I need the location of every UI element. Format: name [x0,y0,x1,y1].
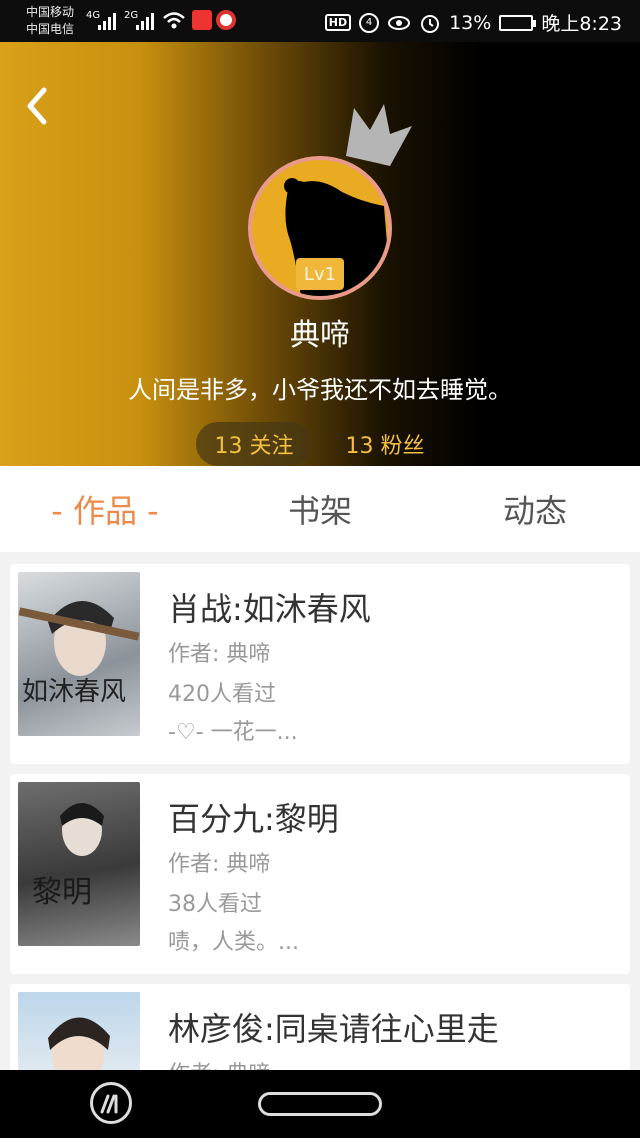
tab-activity[interactable]: 动态 [460,466,610,552]
battery-icon [499,14,537,31]
system-nav-bar [0,1070,640,1138]
profile-header: Lv1 典啼 人间是非多，小爷我还不如去睡觉。 13 关注 13 粉丝 [0,42,640,466]
back-icon[interactable] [20,86,60,126]
list-item[interactable]: 林彦俊:同桌请往心里走 作者: 典啼 [10,984,630,1084]
cover-title: 如沐春风 [22,677,126,707]
tab-works[interactable]: - 作品 - [30,466,180,552]
carrier-labels: 中国移动 中国电信 [26,4,74,38]
eye-icon [388,15,411,30]
book-excerpt: 啧，人类。... [168,930,299,955]
app-notification-icon [192,10,212,30]
logo-icon [100,1094,118,1114]
app-notification-icon-2 [216,10,236,30]
book-title: 百分九:黎明 [168,800,339,838]
book-author: 作者: 典啼 [168,642,271,667]
book-author: 作者: 典啼 [168,852,271,877]
hd-badge: HD [324,14,352,31]
cover-art: 黎明 [32,803,104,910]
signal-icon [98,12,120,30]
book-views: 38人看过 [168,892,262,917]
book-cover: 黎明 [18,782,140,946]
alarm-icon [421,14,440,33]
data-saver-icon: 4 [359,12,380,33]
carrier-2: 中国电信 [26,22,75,36]
level-badge: Lv1 [296,258,344,290]
book-cover: 如沐春风 [18,572,140,736]
assistant-button[interactable] [90,1082,132,1124]
book-title: 林彦俊:同桌请往心里走 [168,1010,499,1048]
status-bar: 中国移动 中国电信 4G 2G HD 4 13% 晚上8:23 [0,0,640,42]
profile-bio: 人间是非多，小爷我还不如去睡觉。 [128,376,512,404]
fans-count[interactable]: 13 粉丝 [330,422,440,466]
home-gesture-bar[interactable] [258,1092,382,1116]
list-item[interactable]: 黎明 百分九:黎明 作者: 典啼 38人看过 啧，人类。... [10,774,630,974]
tab-bookshelf[interactable]: 书架 [245,466,395,552]
status-right: HD 4 13% 晚上8:23 [324,9,622,36]
signal-icon-2 [136,12,158,30]
clock: 晚上8:23 [541,13,622,35]
profile-name: 典啼 [290,318,350,353]
book-views: 420人看过 [168,682,276,707]
carrier-1: 中国移动 [26,5,75,19]
cover-title: 黎明 [32,875,92,910]
battery-percent: 13% [449,11,492,34]
book-title: 肖战:如沐春风 [168,590,371,628]
crown-icon [346,104,412,166]
following-count[interactable]: 13 关注 [196,422,312,466]
wifi-icon [163,12,185,29]
cover-art: 如沐春风 [18,600,140,707]
profile-tabs: - 作品 - 书架 动态 [0,466,640,552]
list-item[interactable]: 如沐春风 肖战:如沐春风 作者: 典啼 420人看过 -♡- 一花一... [10,564,630,764]
book-excerpt: -♡- 一花一... [168,720,298,745]
